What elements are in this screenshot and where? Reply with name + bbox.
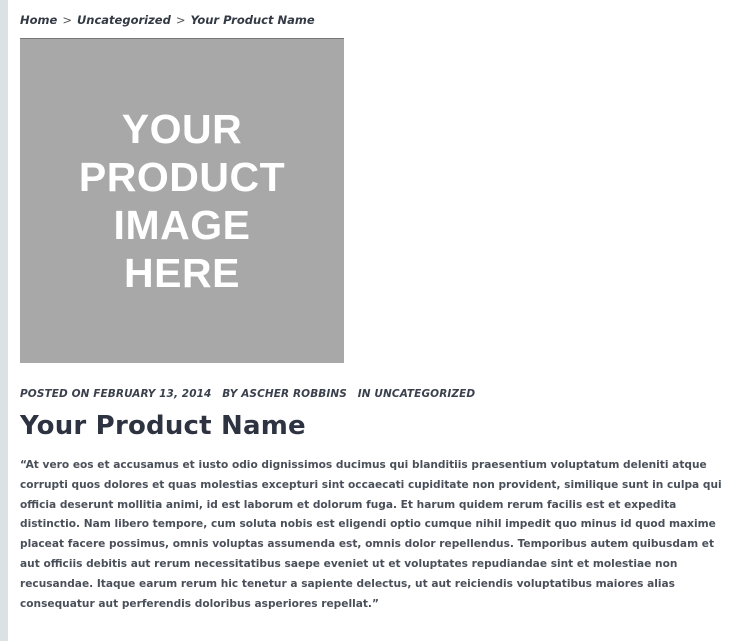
post-title: Your Product Name [20, 411, 306, 441]
placeholder-line: PRODUCT [78, 154, 286, 200]
breadcrumb-separator: > [175, 13, 186, 27]
content-area: Home > Uncategorized > Your Product Name… [8, 0, 756, 641]
breadcrumb: Home > Uncategorized > Your Product Name [20, 12, 744, 29]
product-image-placeholder-text: YOUR PRODUCT IMAGE HERE [79, 105, 285, 297]
post-date[interactable]: POSTED ON FEBRUARY 13, 2014 [20, 388, 211, 400]
placeholder-line: IMAGE [113, 202, 251, 248]
post-author[interactable]: BY ASCHER ROBBINS [222, 388, 347, 400]
post-meta: POSTED ON FEBRUARY 13, 2014 BY ASCHER RO… [20, 388, 744, 400]
placeholder-line: YOUR [121, 106, 243, 152]
breadcrumb-home-link[interactable]: Home [20, 12, 57, 29]
breadcrumb-current: Your Product Name [190, 13, 315, 27]
post-body: “At vero eos et accusamus et iusto odio … [20, 459, 722, 610]
post-category[interactable]: IN UNCATEGORIZED [358, 388, 475, 400]
breadcrumb-separator: > [62, 13, 72, 27]
product-image-placeholder: YOUR PRODUCT IMAGE HERE [20, 39, 344, 363]
breadcrumb-category-link[interactable]: Uncategorized [77, 12, 171, 29]
placeholder-line: HERE [124, 250, 240, 296]
